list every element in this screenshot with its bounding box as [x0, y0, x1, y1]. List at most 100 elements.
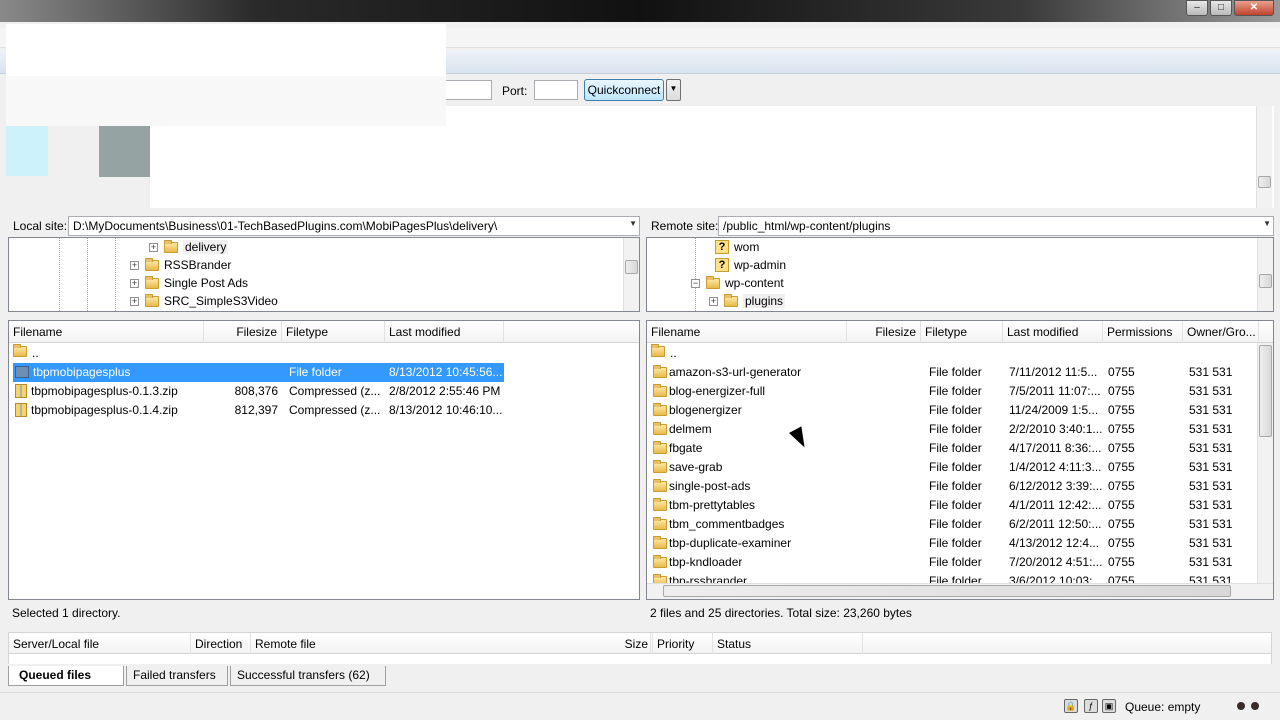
- queue-icon: ▣: [1102, 699, 1116, 713]
- table-row[interactable]: tbm-prettytables File folder 4/1/2011 12:4…: [647, 496, 1259, 515]
- folder-icon: [653, 498, 667, 511]
- chevron-down-icon[interactable]: ▼: [629, 219, 637, 228]
- port-input[interactable]: [534, 80, 578, 100]
- remote-path-combo[interactable]: /public_html/wp-content/plugins ▼: [718, 216, 1274, 236]
- scrollbar-thumb[interactable]: [625, 260, 638, 274]
- column-header-priority[interactable]: Priority: [653, 633, 713, 655]
- remote-status: 2 files and 25 directories. Total size: …: [646, 602, 1274, 624]
- column-header-filename[interactable]: Filename: [9, 321, 204, 343]
- column-header-filetype[interactable]: Filetype: [921, 321, 1003, 343]
- maximize-button[interactable]: □: [1210, 0, 1232, 16]
- column-header-remote-file[interactable]: Remote file: [251, 633, 651, 655]
- cell-name: tbp-duplicate-examiner: [669, 536, 792, 550]
- scrollbar-thumb[interactable]: [663, 585, 1231, 597]
- folder-icon: [13, 344, 27, 357]
- cell-modified: 7/11/2012 11:5...: [1009, 365, 1098, 379]
- cell-modified: 11/24/2009 1:5...: [1009, 403, 1099, 417]
- remote-list-hscrollbar[interactable]: [647, 583, 1273, 599]
- scrollbar-thumb[interactable]: [1259, 274, 1272, 288]
- message-log-scrollbar[interactable]: [1256, 106, 1272, 208]
- table-row[interactable]: tbm_commentbadges File folder 6/2/2011 12:…: [647, 515, 1259, 534]
- speed-limit-icon[interactable]: ƒ: [1084, 699, 1098, 713]
- table-row[interactable]: blog-energizer-full File folder 7/5/2011 1…: [647, 382, 1259, 401]
- cell-modified: 2/2/2010 3:40:1...: [1009, 422, 1103, 436]
- window-titlebar: – □ ✕: [0, 0, 1280, 22]
- cell-type: File folder: [929, 384, 982, 398]
- expand-icon[interactable]: +: [130, 296, 139, 306]
- port-label: Port:: [502, 84, 528, 98]
- column-header-server-local-file[interactable]: Server/Local file: [9, 633, 191, 655]
- cell-modified: 6/12/2012 3:39:...: [1009, 479, 1103, 493]
- tab-failed-transfers[interactable]: Failed transfers: [126, 666, 228, 686]
- folder-icon: [653, 365, 667, 378]
- tree-item[interactable]: + RSSBrander: [130, 256, 231, 274]
- expand-icon[interactable]: +: [149, 242, 158, 252]
- password-input[interactable]: [444, 80, 492, 100]
- lock-icon: 🔒: [1064, 699, 1078, 713]
- table-row[interactable]: tbpmobipagesplus-0.1.3.zip 808,376 Compr…: [9, 382, 639, 401]
- cell-type: File folder: [929, 365, 982, 379]
- redaction-square: [6, 126, 48, 176]
- remote-tree-scrollbar[interactable]: [1257, 238, 1273, 311]
- cell-owner: 531 531: [1189, 536, 1233, 550]
- minimize-button[interactable]: –: [1186, 0, 1208, 16]
- column-header-filesize[interactable]: Filesize: [847, 321, 921, 343]
- tab-successful-transfers[interactable]: Successful transfers (62): [230, 666, 386, 686]
- column-header-permissions[interactable]: Permissions: [1103, 321, 1183, 343]
- collapse-icon[interactable]: −: [691, 278, 700, 288]
- table-row[interactable]: amazon-s3-url-generator File folder 7/11/2…: [647, 363, 1259, 382]
- quickconnect-dropdown-icon[interactable]: ▼: [666, 79, 681, 101]
- list-item-parent[interactable]: ..: [9, 344, 639, 363]
- cell-owner: 531 531: [1189, 517, 1233, 531]
- cell-perm: 0755: [1108, 384, 1135, 398]
- cell-type: File folder: [929, 536, 982, 550]
- table-row[interactable]: tbp-kndloader File folder 7/20/2012 4:51:.…: [647, 553, 1259, 572]
- local-site-label: Local site:: [13, 219, 68, 233]
- table-row[interactable]: tbpmobipagesplus-0.1.4.zip 812,397 Compr…: [9, 401, 639, 420]
- column-header-direction[interactable]: Direction: [191, 633, 251, 655]
- column-header-filesize[interactable]: Filesize: [204, 321, 282, 343]
- column-header-size[interactable]: Size: [609, 633, 653, 655]
- table-row[interactable]: save-grab File folder 1/4/2012 4:11:3... 07…: [647, 458, 1259, 477]
- table-row[interactable]: tbp-duplicate-examiner File folder 4/13/20…: [647, 534, 1259, 553]
- folder-icon: [15, 366, 29, 378]
- table-row[interactable]: tbpmobipagesplus File folder 8/13/2012 1…: [9, 363, 639, 382]
- table-row[interactable]: delmem File folder 2/2/2010 3:40:1... 0755 5…: [647, 420, 1259, 439]
- tree-item[interactable]: − wp-content: [691, 274, 784, 292]
- tree-item[interactable]: + Single Post Ads: [130, 274, 248, 292]
- expand-icon[interactable]: +: [709, 296, 718, 306]
- scrollbar-thumb[interactable]: [1259, 345, 1272, 437]
- expand-icon[interactable]: +: [130, 278, 139, 288]
- cell-owner: 531 531: [1189, 403, 1233, 417]
- scrollbar-thumb[interactable]: [1258, 176, 1271, 188]
- table-row[interactable]: blogenergizer File folder 11/24/2009 1:5..…: [647, 401, 1259, 420]
- column-header-owner-group[interactable]: Owner/Gro...: [1183, 321, 1259, 343]
- remote-list-vscrollbar[interactable]: [1257, 343, 1273, 583]
- close-button[interactable]: ✕: [1234, 0, 1274, 16]
- tree-item[interactable]: ? wp-admin: [715, 256, 786, 274]
- tree-item[interactable]: + SRC_SimpleS3Video: [130, 292, 278, 310]
- chevron-down-icon[interactable]: ▼: [1263, 219, 1271, 228]
- table-row[interactable]: fbgate File folder 4/17/2011 8:36:... 0755 5…: [647, 439, 1259, 458]
- cell-perm: 0755: [1108, 517, 1135, 531]
- column-header-status[interactable]: Status: [713, 633, 863, 655]
- tree-item[interactable]: + plugins: [709, 292, 786, 310]
- tab-queued-files[interactable]: Queued files: [8, 666, 124, 686]
- expand-icon[interactable]: +: [130, 260, 139, 270]
- column-header-last-modified[interactable]: Last modified: [1003, 321, 1103, 343]
- cell-owner: 531 531: [1189, 479, 1233, 493]
- cell-type: File folder: [929, 441, 982, 455]
- tree-item[interactable]: ? wom: [715, 238, 759, 256]
- cell-perm: 0755: [1108, 460, 1135, 474]
- tree-item[interactable]: + delivery: [149, 238, 229, 256]
- local-tree-scrollbar[interactable]: [623, 238, 639, 311]
- list-item-parent[interactable]: ..: [647, 344, 1259, 363]
- column-header-last-modified[interactable]: Last modified: [385, 321, 504, 343]
- column-header-filename[interactable]: Filename: [647, 321, 847, 343]
- folder-icon: [706, 275, 720, 289]
- quickconnect-button[interactable]: Quickconnect: [584, 79, 664, 101]
- column-header-filetype[interactable]: Filetype: [282, 321, 385, 343]
- folder-icon: [653, 517, 667, 530]
- local-path-combo[interactable]: D:\MyDocuments\Business\01-TechBasedPlug…: [68, 216, 640, 236]
- table-row[interactable]: single-post-ads File folder 6/12/2012 3:39…: [647, 477, 1259, 496]
